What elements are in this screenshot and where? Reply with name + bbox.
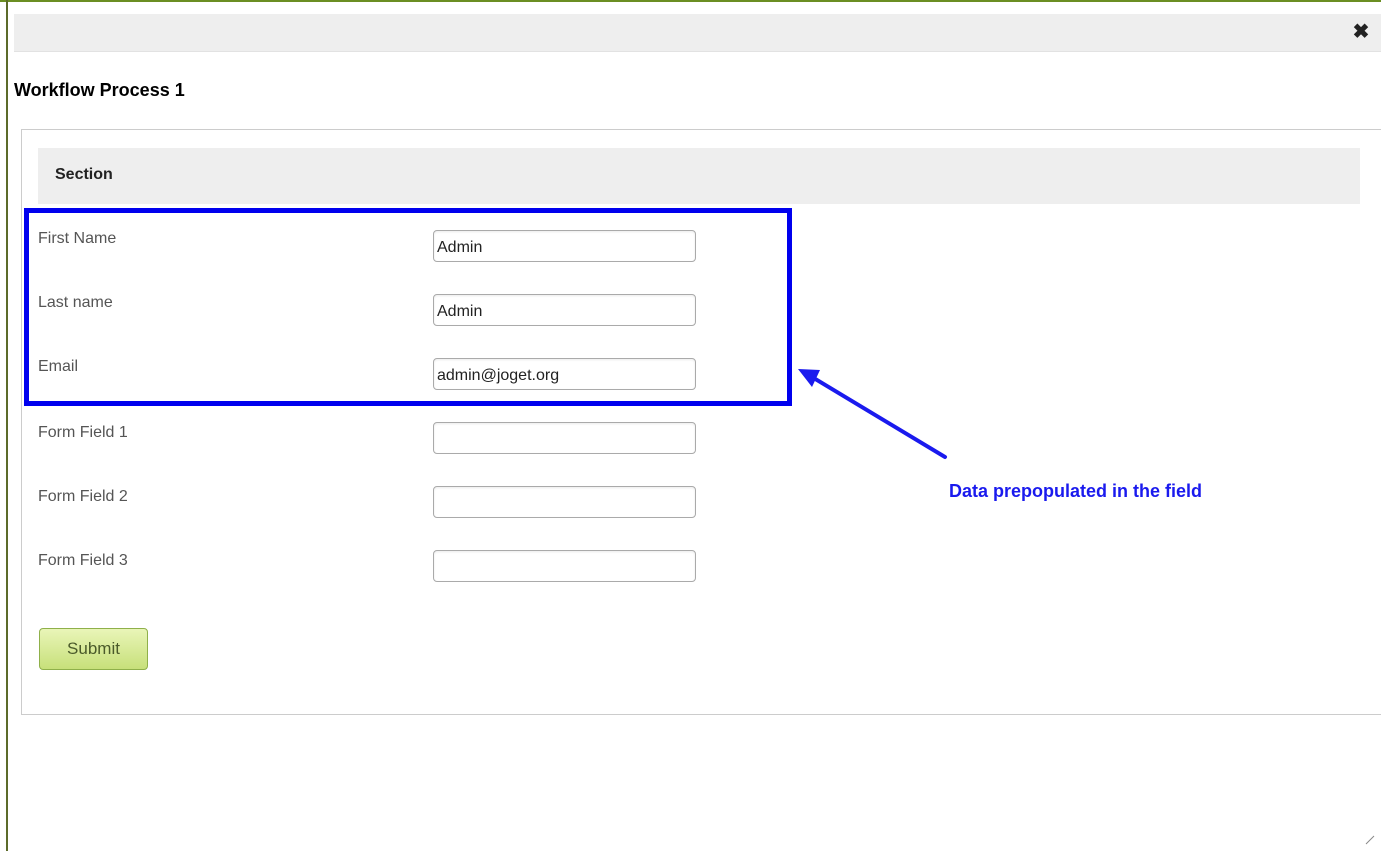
form-field-3-label: Form Field 3 (38, 552, 128, 569)
last-name-label: Last name (38, 294, 113, 311)
workflow-dialog: ✖ Workflow Process 1 Section First Name … (0, 0, 1381, 851)
section-title: Section (55, 166, 113, 183)
resize-grip-icon[interactable] (1365, 835, 1375, 845)
first-name-label: First Name (38, 230, 117, 247)
form-field-1-input[interactable] (433, 422, 696, 454)
section-header: Section (38, 148, 1360, 204)
email-field[interactable] (433, 358, 696, 390)
dialog-titlebar[interactable]: ✖ (14, 14, 1381, 52)
annotation-arrow-icon (798, 369, 947, 459)
form-field-2-input[interactable] (433, 486, 696, 518)
annotation-text: Data prepopulated in the field (949, 481, 1203, 501)
dialog-left-border (6, 0, 8, 851)
last-name-field[interactable] (433, 294, 696, 326)
dialog-top-border (0, 0, 1381, 8)
form-container (21, 129, 1381, 715)
form-field-2-label: Form Field 2 (38, 488, 128, 505)
form-field-3-input[interactable] (433, 550, 696, 582)
submit-button[interactable]: Submit (39, 628, 148, 670)
close-icon[interactable]: ✖ (1351, 22, 1371, 42)
form-field-1-label: Form Field 1 (38, 424, 128, 441)
first-name-field[interactable] (433, 230, 696, 262)
email-label: Email (38, 358, 79, 375)
page-title: Workflow Process 1 (14, 80, 185, 100)
